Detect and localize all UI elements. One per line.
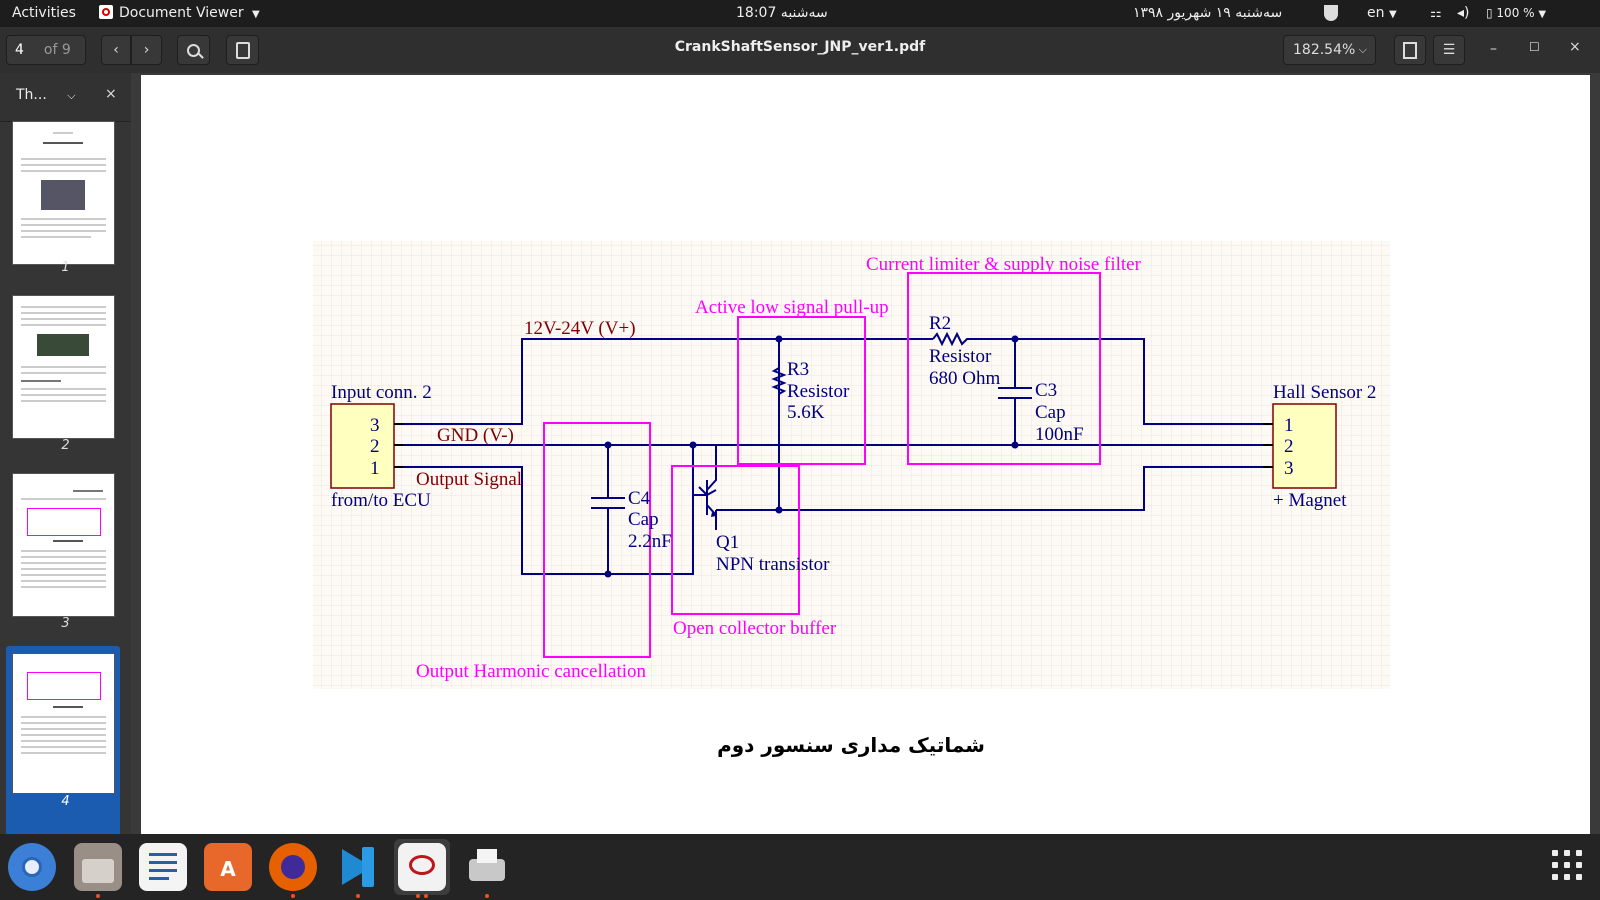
input-conn-sub: from/to ECU [331,490,431,511]
battery-indicator[interactable]: ▯ 100 % ▼ [1486,0,1546,27]
language-label: en [1367,5,1385,21]
thumbnail-label: 3 [61,616,70,631]
input-pin: 1 [370,458,380,479]
thumbnail-page-3[interactable] [12,473,115,617]
thumbnail-image [27,672,101,700]
top-bar: Activities Document Viewer ▼ سه‌شنبه 18:… [0,0,1600,27]
sidebar-view-select[interactable]: Th... ⌵ [16,87,76,103]
hall-pin: 2 [1284,436,1294,457]
c4-type: Cap [628,509,659,530]
hall-conn-sub: + Magnet [1273,490,1347,511]
c3-value: 100nF [1035,424,1084,445]
thumbnail-image [27,508,101,536]
label-pullup: Active low signal pull-up [695,297,889,318]
sidebar-close-icon[interactable]: × [105,86,117,102]
zoom-select[interactable]: 182.54% ⌵ [1283,35,1376,65]
maximize-button[interactable]: ☐ [1529,40,1540,54]
dock: A [0,834,1600,900]
hall-conn-title: Hall Sensor 2 [1273,382,1376,403]
files-icon[interactable] [74,843,122,891]
thumbnail-page-1[interactable] [12,121,115,265]
running-indicator [416,894,420,898]
menu-button[interactable]: ☰ [1433,35,1465,65]
thumbnail-image [37,334,89,356]
close-button[interactable]: × [1569,39,1581,55]
running-indicator [424,894,428,898]
label-harmonic: Output Harmonic cancellation [416,661,647,682]
r3-value: 5.6K [787,402,825,423]
chevron-down-icon: ▼ [1388,9,1397,20]
app-menu-label: Document Viewer [119,5,244,21]
net-gnd: GND (V-) [437,425,514,446]
net-vplus: 12V-24V (V+) [524,318,636,339]
thumbnail-page-4[interactable] [12,653,115,794]
writer-icon[interactable] [139,843,187,891]
chevron-down-icon: ▼ [1538,9,1547,20]
header-bar: 4 of 9 ‹ › CrankShaftSensor_JNP_ver1.pdf… [0,27,1600,74]
net-output: Output Signal [416,469,522,490]
chevron-down-icon: ⌵ [67,89,76,102]
date[interactable]: سه‌شنبه ۱۹ شهریور ۱۳۹۸ [1133,0,1282,27]
shield-icon[interactable] [1324,0,1338,27]
running-indicator [96,894,100,898]
document-search-icon [1403,41,1417,59]
hall-pin: 3 [1284,458,1294,479]
thumbnail-label: 4 [61,794,70,809]
r3-ref: R3 [787,359,809,380]
r2-value: 680 Ohm [929,368,1000,389]
network-icon[interactable]: ⚏ [1430,0,1442,27]
pdf-page: Current limiter & supply noise filter Ac… [141,75,1590,834]
vscode-icon[interactable] [334,843,382,891]
volume-icon[interactable]: ◂) [1457,0,1470,27]
input-pin: 3 [370,415,380,436]
firefox-icon[interactable] [269,843,317,891]
hall-sensor-connector [1263,403,1337,489]
clock[interactable]: سه‌شنبه 18:07 [736,0,828,27]
sidebar-header: Th... ⌵ × [0,73,131,122]
sidebar-view-label: Th... [16,87,47,103]
figure-caption: شماتیک مداری سنسور دوم [717,733,985,757]
circuit-schematic: Current limiter & supply noise filter Ac… [313,241,1390,757]
minimize-button[interactable]: – [1490,41,1497,57]
input-pin: 2 [370,436,380,457]
thumbnail-page-2[interactable] [12,295,115,439]
thumbnail-sidebar: Th... ⌵ × 1 2 3 4 [0,73,131,834]
app-menu[interactable]: Document Viewer ▼ [99,0,260,27]
software-center-icon[interactable]: A [204,843,252,891]
c3-type: Cap [1035,402,1066,423]
chevron-down-icon: ▼ [252,9,260,20]
r2-ref: R2 [929,313,951,334]
thumbnail-label: 2 [61,438,70,453]
label-current-limiter: Current limiter & supply noise filter [866,254,1142,275]
document-viewer-icon [99,5,113,19]
r2-type: Resistor [929,346,992,367]
printer-icon[interactable] [463,843,511,891]
running-indicator [356,894,360,898]
input-connector [330,403,403,489]
document-properties-button[interactable] [1394,35,1426,65]
hamburger-icon: ☰ [1442,42,1456,58]
thumbnail-label: 1 [61,260,70,275]
chromium-icon[interactable] [8,843,56,891]
running-indicator [291,894,295,898]
zoom-value: 182.54% [1293,42,1356,58]
q1-type: NPN transistor [716,554,830,575]
c4-ref: C4 [628,488,651,509]
q1-ref: Q1 [716,532,739,553]
hall-pin: 1 [1284,415,1294,436]
running-indicator [485,894,489,898]
document-view[interactable]: Current limiter & supply noise filter Ac… [131,73,1600,834]
language-menu[interactable]: en ▼ [1367,0,1397,27]
r3-type: Resistor [787,381,850,402]
battery-label: 100 % [1496,6,1535,20]
input-conn-title: Input conn. 2 [331,382,432,403]
document-viewer-icon[interactable] [398,843,446,891]
label-buffer: Open collector buffer [673,618,837,639]
activities-button[interactable]: Activities [12,0,76,27]
chevron-down-icon: ⌵ [1358,43,1367,56]
c4-value: 2.2nF [628,531,672,552]
thumbnail-image [41,180,85,210]
c3-ref: C3 [1035,380,1057,401]
show-applications-icon[interactable] [1552,850,1586,884]
